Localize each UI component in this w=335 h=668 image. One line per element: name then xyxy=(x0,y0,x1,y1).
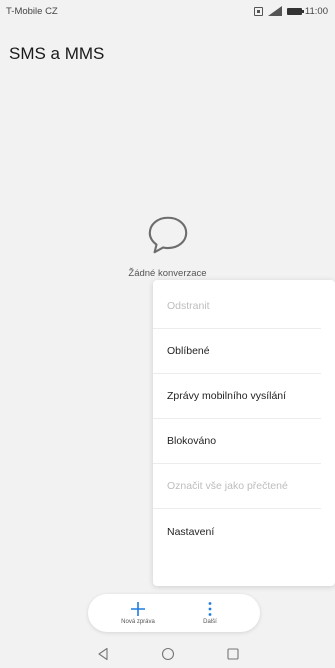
status-time: 11:00 xyxy=(304,5,328,17)
back-icon[interactable] xyxy=(96,647,110,661)
system-nav-bar xyxy=(0,640,335,668)
empty-state: Žádné konverzace xyxy=(0,212,335,279)
more-button[interactable]: Další xyxy=(184,601,236,625)
menu-item-cell-broadcast[interactable]: Zprávy mobilního vysílání xyxy=(153,374,321,419)
new-message-label: Nová zpráva xyxy=(121,619,155,625)
menu-item-blocked[interactable]: Blokováno xyxy=(153,419,321,464)
status-icons: 11:00 xyxy=(253,5,328,17)
home-icon[interactable] xyxy=(161,647,175,661)
signal-icon xyxy=(266,6,282,16)
plus-icon xyxy=(131,602,145,616)
bottom-action-bar: Nová zpráva Další xyxy=(88,594,260,632)
overflow-menu: Odstranit Oblíbené Zprávy mobilního vysí… xyxy=(153,280,335,586)
menu-item-favorites[interactable]: Oblíbené xyxy=(153,329,321,374)
battery-icon xyxy=(286,7,304,15)
status-bar: T-Mobile CZ 11:00 xyxy=(0,0,335,22)
carrier-name: T-Mobile CZ xyxy=(6,5,58,17)
recents-icon[interactable] xyxy=(226,647,240,661)
page-title: SMS a MMS xyxy=(9,44,105,63)
menu-item-settings[interactable]: Nastavení xyxy=(153,509,321,554)
menu-item-delete[interactable]: Odstranit xyxy=(153,284,321,329)
empty-state-text: Žádné konverzace xyxy=(128,268,207,279)
chat-bubble-icon xyxy=(148,216,187,254)
sim-icon xyxy=(253,6,263,16)
new-message-button[interactable]: Nová zpráva xyxy=(112,601,164,625)
menu-item-mark-all-read[interactable]: Označit vše jako přečtené xyxy=(153,464,321,509)
more-label: Další xyxy=(203,619,217,625)
more-vertical-icon xyxy=(208,602,212,616)
